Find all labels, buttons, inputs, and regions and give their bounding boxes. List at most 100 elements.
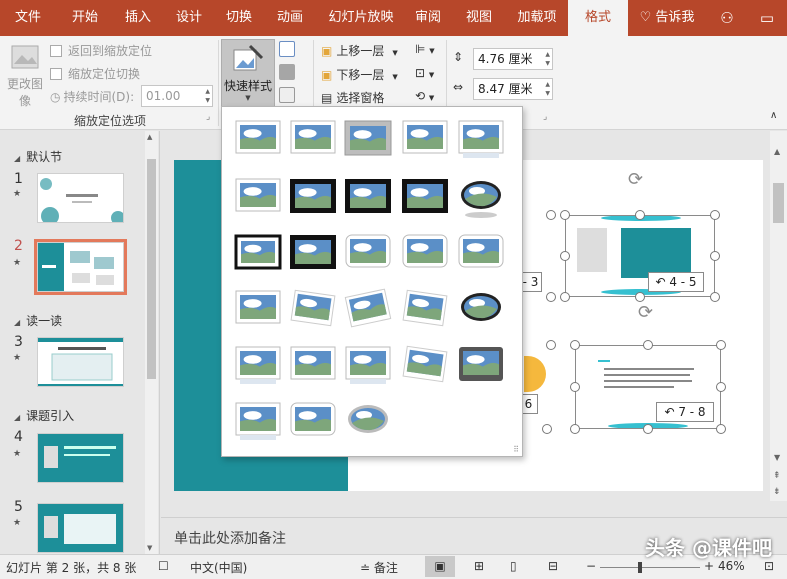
bring-forward-button[interactable]: ▣ 上移一层 ▼ xyxy=(321,42,398,59)
quick-style-item[interactable] xyxy=(344,120,392,156)
resize-grip-icon[interactable]: ⠿ xyxy=(513,445,519,454)
slide-thumbnail-2[interactable] xyxy=(34,239,127,295)
width-spin-icon[interactable]: ▲ ▼ xyxy=(545,80,550,98)
tab-transitions[interactable]: 切换 xyxy=(214,0,264,36)
width-input[interactable]: 8.47 厘米 ▲ ▼ xyxy=(473,78,553,100)
resize-handle[interactable] xyxy=(542,424,552,434)
normal-view-button[interactable]: ▣ xyxy=(425,556,455,577)
quick-style-item[interactable] xyxy=(458,234,504,268)
tab-file[interactable]: 文件 xyxy=(4,0,52,36)
quick-styles-button[interactable]: 快速样式 ▼ xyxy=(221,39,275,107)
picture-border-icon[interactable] xyxy=(279,41,295,57)
zoom-in-button[interactable]: + xyxy=(704,559,714,573)
zoom-out-button[interactable]: − xyxy=(586,559,596,573)
quick-style-item[interactable] xyxy=(290,120,336,154)
resize-handle[interactable] xyxy=(635,210,645,220)
quick-style-item[interactable] xyxy=(402,345,448,383)
height-input[interactable]: 4.76 厘米 ▲ ▼ xyxy=(473,48,553,70)
resize-handle[interactable] xyxy=(710,210,720,220)
slide-thumbnail-5[interactable] xyxy=(37,503,124,553)
return-zoom-checkbox[interactable]: 返回到缩放定位 xyxy=(50,42,152,59)
slide-scrollbar[interactable]: ▲ ▼ ⇞ ⇟ xyxy=(770,131,787,501)
rotate-handle-icon[interactable]: ⟳ xyxy=(638,302,653,323)
account-icon[interactable]: ⚇ xyxy=(712,0,742,36)
height-spin-icon[interactable]: ▲ ▼ xyxy=(545,50,550,68)
resize-handle[interactable] xyxy=(643,424,653,434)
quick-style-item[interactable] xyxy=(235,290,281,324)
spellcheck-icon[interactable]: ☐ xyxy=(158,559,169,573)
quick-style-item[interactable] xyxy=(235,178,281,212)
tab-format[interactable]: 格式 xyxy=(568,0,628,36)
quick-style-item[interactable] xyxy=(235,346,281,384)
slide-thumbnail-3[interactable] xyxy=(37,337,124,387)
group-icon[interactable]: ⊡ ▼ xyxy=(415,66,434,80)
zoom-toggle-checkbox[interactable]: 缩放定位切换 xyxy=(50,65,140,82)
resize-handle[interactable] xyxy=(560,251,570,261)
quick-style-item[interactable] xyxy=(235,120,281,154)
slideshow-button[interactable]: ⊟ xyxy=(548,559,558,573)
resize-handle[interactable] xyxy=(643,340,653,350)
tab-insert[interactable]: 插入 xyxy=(113,0,163,36)
quick-style-item[interactable] xyxy=(345,234,391,268)
notes-button[interactable]: ≐ 备注 xyxy=(360,559,398,576)
section-default[interactable]: ◢ 默认节 xyxy=(14,148,62,165)
resize-handle[interactable] xyxy=(560,292,570,302)
resize-handle[interactable] xyxy=(710,251,720,261)
tab-review[interactable]: 审阅 xyxy=(404,0,452,36)
tab-view[interactable]: 视图 xyxy=(454,0,504,36)
tab-design[interactable]: 设计 xyxy=(164,0,214,36)
duration-input[interactable]: 01.00 ▲ ▼ xyxy=(141,85,213,107)
resize-handle[interactable] xyxy=(560,210,570,220)
quick-style-item[interactable] xyxy=(402,289,448,327)
picture-effects-icon[interactable] xyxy=(279,64,295,80)
resize-handle[interactable] xyxy=(546,210,556,220)
quick-style-item[interactable] xyxy=(344,288,392,328)
section-read[interactable]: ◢ 读一读 xyxy=(14,312,62,329)
quick-style-item[interactable] xyxy=(290,289,336,327)
resize-handle[interactable] xyxy=(570,340,580,350)
resize-handle[interactable] xyxy=(570,424,580,434)
thumbnails-scrollbar[interactable]: ▲ ▼ xyxy=(145,131,158,554)
quick-style-item[interactable] xyxy=(290,402,336,436)
tab-home[interactable]: 开始 xyxy=(60,0,110,36)
resize-handle[interactable] xyxy=(570,382,580,392)
tab-animations[interactable]: 动画 xyxy=(265,0,315,36)
quick-style-item[interactable] xyxy=(235,402,281,440)
tell-me-box[interactable]: ♡ 告诉我 xyxy=(634,0,700,36)
quick-style-item[interactable] xyxy=(345,346,391,384)
collapse-ribbon-icon[interactable]: ∧ xyxy=(770,110,777,121)
quick-style-item[interactable] xyxy=(458,120,504,158)
reading-view-button[interactable]: ▯ xyxy=(510,559,517,573)
resize-handle[interactable] xyxy=(716,382,726,392)
align-icon[interactable]: ⊫ ▼ xyxy=(415,42,435,56)
slide-sorter-button[interactable]: ⊞ xyxy=(474,559,484,573)
resize-handle[interactable] xyxy=(635,292,645,302)
quick-style-item[interactable] xyxy=(345,179,391,213)
slide-thumbnail-4[interactable] xyxy=(37,433,124,483)
language-indicator[interactable]: 中文(中国) xyxy=(190,559,247,576)
tab-slideshow[interactable]: 幻灯片放映 xyxy=(321,0,401,36)
tab-addins[interactable]: 加载项 xyxy=(508,0,566,36)
resize-handle[interactable] xyxy=(716,340,726,350)
quick-style-item[interactable] xyxy=(461,181,501,218)
quick-style-item[interactable] xyxy=(402,234,448,268)
zoom-slider[interactable] xyxy=(600,562,700,573)
selection-pane-button[interactable]: ▤ 选择窗格 xyxy=(321,89,384,106)
fit-to-window-icon[interactable]: ⊡ xyxy=(764,559,774,573)
resize-handle[interactable] xyxy=(716,424,726,434)
quick-style-item[interactable] xyxy=(290,346,336,380)
spin-arrows-icon[interactable]: ▲ ▼ xyxy=(205,87,210,105)
quick-style-item[interactable] xyxy=(348,405,388,433)
resize-handle[interactable] xyxy=(546,340,556,350)
picture-layout-icon[interactable] xyxy=(279,87,295,103)
comments-icon[interactable]: ▭ xyxy=(752,0,782,36)
quick-style-item[interactable] xyxy=(234,234,282,270)
slide-thumbnail-1[interactable] xyxy=(37,173,124,223)
quick-style-item[interactable] xyxy=(290,179,336,213)
quick-style-item[interactable] xyxy=(402,179,448,213)
send-backward-button[interactable]: ▣ 下移一层 ▼ xyxy=(321,66,398,83)
zoom-level[interactable]: 46% xyxy=(718,559,745,573)
section-intro[interactable]: ◢ 课题引入 xyxy=(14,407,74,424)
change-picture-button[interactable]: 更改图 像 xyxy=(4,42,46,110)
resize-handle[interactable] xyxy=(710,292,720,302)
